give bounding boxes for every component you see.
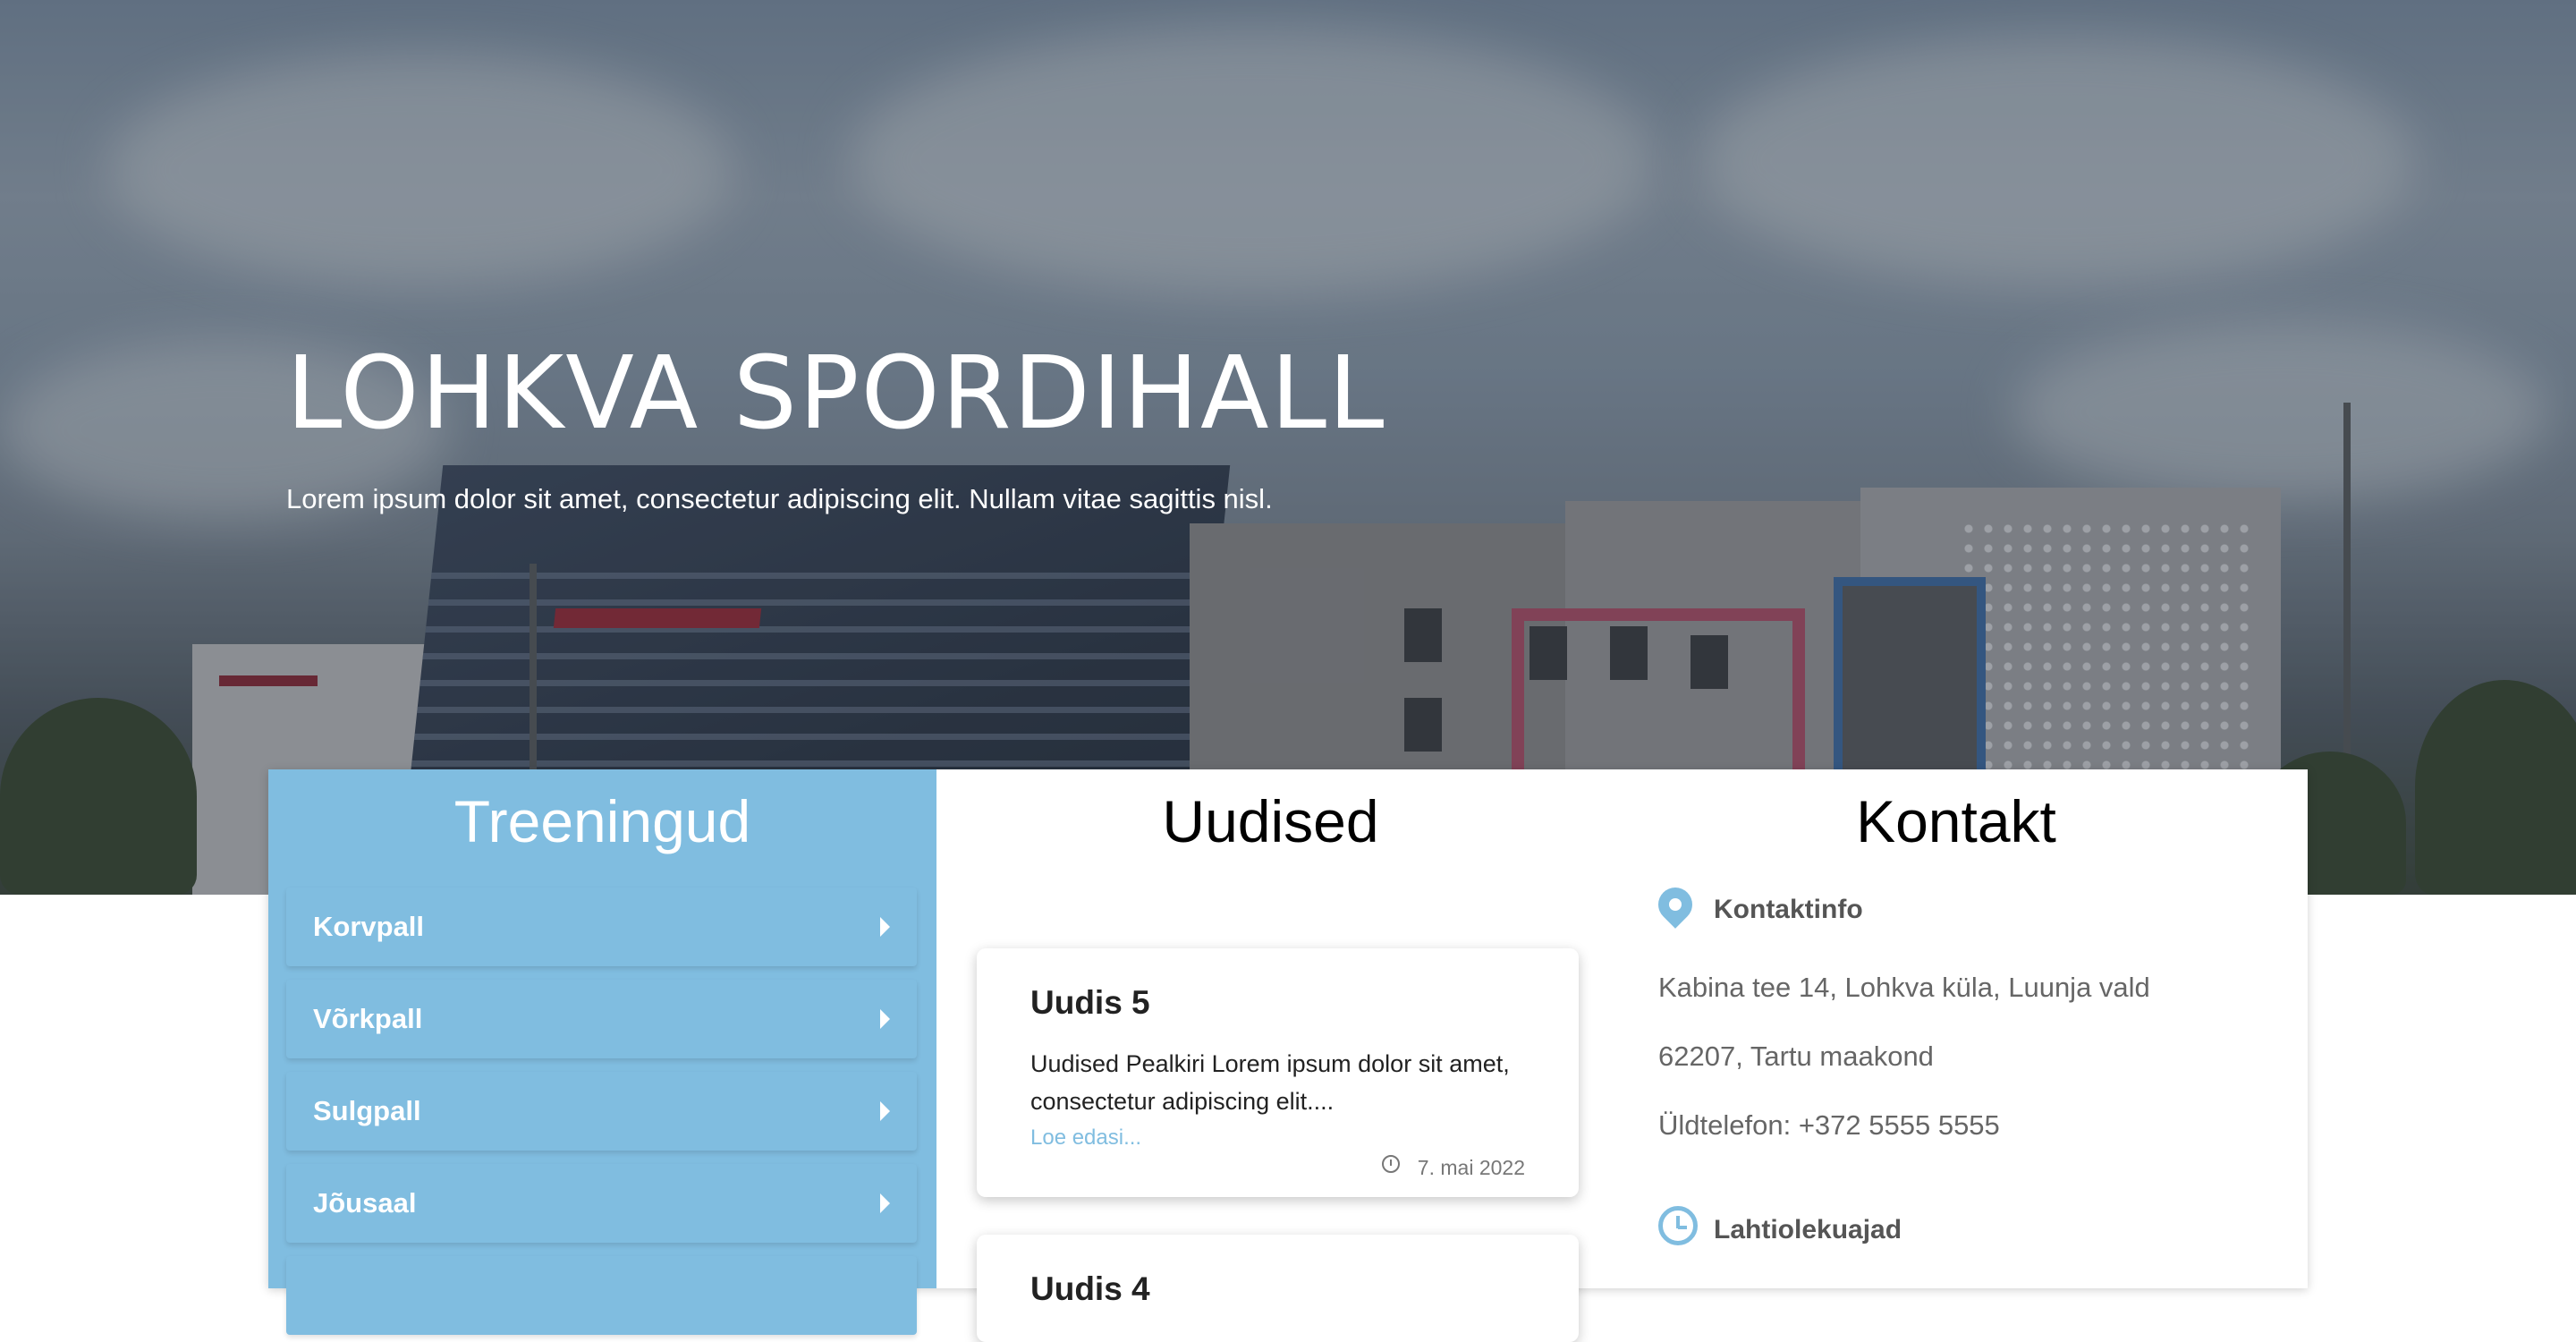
read-more-link[interactable]: Loe edasi...: [1030, 1125, 1141, 1151]
chevron-right-icon: [880, 1009, 890, 1029]
contact-phone: Üldtelefon: +372 5555 5555: [1658, 1109, 2000, 1141]
training-item-more[interactable]: [286, 1256, 917, 1335]
hero-banner: LOHKVA SPORDIHALL Lorem ipsum dolor sit …: [0, 0, 2576, 895]
news-date: 7. mai 2022: [1417, 1156, 1525, 1179]
clock-icon: [1658, 1206, 1698, 1245]
chevron-right-icon: [880, 917, 890, 937]
trainings-column: Treeningud Korvpall Võrkpall Sulgpall Jõ…: [268, 769, 936, 1335]
news-card[interactable]: Uudis 5 Uudised Pealkiri Lorem ipsum dol…: [977, 948, 1579, 1197]
contact-column: Kontakt Kontaktinfo Kabina tee 14, Lohkv…: [1605, 769, 2308, 1288]
contact-info-label: Kontaktinfo: [1714, 895, 1863, 924]
training-item-korvpall[interactable]: Korvpall: [286, 888, 917, 966]
news-heading: Uudised: [1162, 788, 1379, 854]
news-column: Uudised Uudis 5 Uudised Pealkiri Lorem i…: [936, 769, 1605, 1342]
training-item-label: Korvpall: [313, 911, 425, 942]
contact-address-line2: 62207, Tartu maakond: [1658, 1040, 1934, 1072]
contact-address-line1: Kabina tee 14, Lohkva küla, Luunja vald: [1658, 972, 2150, 1003]
news-title: Uudis 5: [1030, 984, 1150, 1021]
training-item-label: Jõusaal: [313, 1187, 417, 1219]
training-item-jousaal[interactable]: Jõusaal: [286, 1164, 917, 1243]
chevron-right-icon: [880, 1193, 890, 1213]
page-title: LOHKVA SPORDIHALL: [286, 336, 1386, 452]
training-item-vorkpall[interactable]: Võrkpall: [286, 980, 917, 1058]
chevron-right-icon: [880, 1101, 890, 1121]
news-title: Uudis 4: [1030, 1270, 1150, 1307]
contact-info-title: Kontaktinfo: [1651, 880, 1863, 929]
training-item-sulgpall[interactable]: Sulgpall: [286, 1072, 917, 1151]
hero-subtitle: Lorem ipsum dolor sit amet, consectetur …: [286, 483, 1273, 514]
news-card[interactable]: Uudis 4: [977, 1235, 1579, 1342]
training-item-label: Võrkpall: [313, 1003, 423, 1034]
contact-heading: Kontakt: [1856, 788, 2056, 854]
main-content-card: Treeningud Korvpall Võrkpall Sulgpall Jõ…: [268, 769, 2308, 1342]
training-item-label: Sulgpall: [313, 1095, 421, 1126]
opening-hours-title: Lahtiolekuajad: [1658, 1206, 1902, 1245]
opening-hours-label: Lahtiolekuajad: [1714, 1215, 1902, 1244]
news-excerpt: Uudised Pealkiri Lorem ipsum dolor sit a…: [1030, 1050, 1510, 1115]
clock-icon: [1382, 1155, 1400, 1173]
location-pin-icon: [1651, 880, 1699, 929]
trainings-heading: Treeningud: [453, 788, 751, 854]
